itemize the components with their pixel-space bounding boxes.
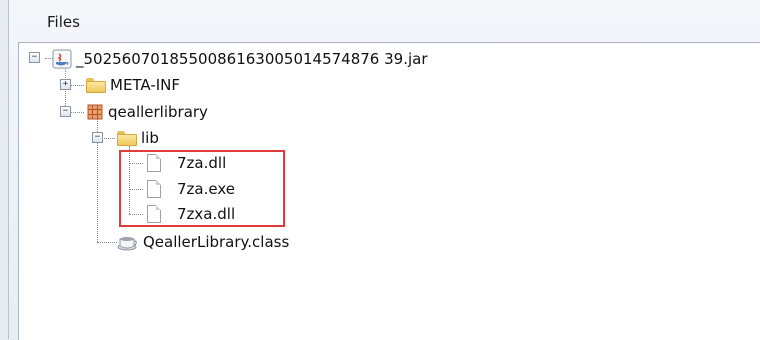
tree-line — [97, 242, 117, 243]
panel-title: Files — [47, 13, 80, 31]
tree-line — [70, 112, 84, 113]
tree-item-label: META-INF — [110, 76, 181, 94]
folder-icon — [86, 77, 106, 93]
tree-line — [70, 85, 84, 86]
tree-item-jar[interactable]: _5025607018550086163005014574876 39.jar — [52, 48, 428, 70]
folder-icon — [117, 130, 137, 146]
highlight-box — [119, 150, 285, 227]
collapse-package-icon[interactable]: − — [60, 106, 71, 117]
tree-item-meta-inf[interactable]: META-INF — [86, 74, 180, 96]
collapse-jar-icon[interactable]: − — [29, 52, 40, 63]
tree-item-package[interactable]: qeallerlibrary — [86, 101, 208, 123]
tree-line — [101, 138, 115, 139]
java-jar-icon — [52, 49, 72, 69]
tree-item-label: lib — [141, 129, 159, 147]
package-icon — [87, 104, 103, 120]
tree-item-lib[interactable]: lib — [117, 127, 159, 149]
tree-item-label: QeallerLibrary.class — [143, 233, 290, 251]
class-file-icon — [117, 237, 137, 251]
tree-item-label: _5025607018550086163005014574876 39.jar — [76, 50, 428, 68]
collapse-lib-icon[interactable]: − — [92, 132, 103, 143]
expand-meta-inf-icon[interactable]: + — [60, 79, 71, 90]
tree-item-class[interactable]: QeallerLibrary.class — [117, 231, 289, 253]
tree-item-label: qeallerlibrary — [108, 103, 208, 121]
